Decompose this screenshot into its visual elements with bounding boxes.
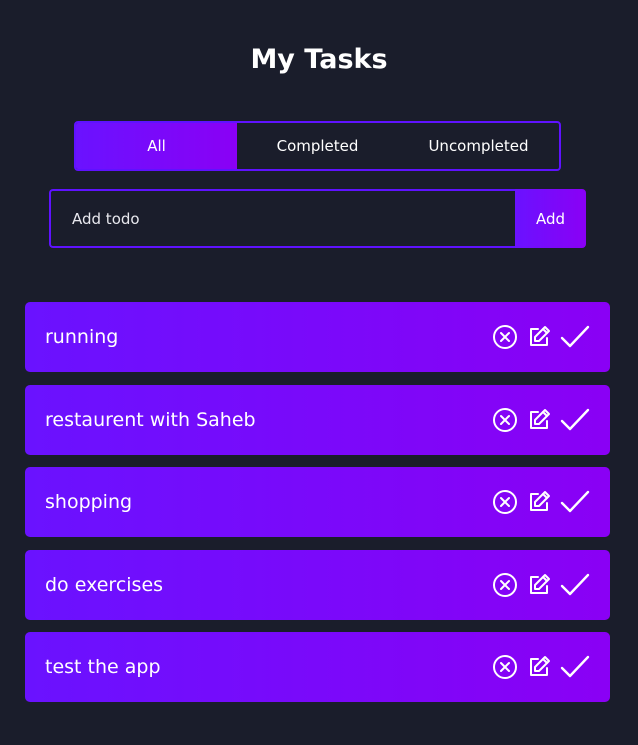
add-button[interactable]: Add	[515, 189, 586, 248]
checkmark-icon[interactable]	[560, 324, 590, 350]
edit-icon[interactable]	[526, 489, 552, 515]
close-circle-icon[interactable]	[492, 489, 518, 515]
add-todo-input[interactable]	[49, 189, 515, 248]
todo-item: do exercises	[25, 549, 610, 620]
todo-actions	[492, 324, 590, 350]
todo-item: test the app	[25, 632, 610, 702]
close-circle-icon[interactable]	[492, 572, 518, 598]
todo-text: running	[45, 326, 119, 348]
edit-icon[interactable]	[526, 407, 552, 433]
tab-uncompleted[interactable]: Uncompleted	[398, 123, 559, 169]
checkmark-icon[interactable]	[560, 654, 590, 680]
checkmark-icon[interactable]	[560, 489, 590, 515]
page-title: My Tasks	[250, 44, 388, 75]
todo-actions	[492, 489, 590, 515]
tab-completed[interactable]: Completed	[237, 123, 398, 169]
add-todo-form: Add	[49, 189, 586, 248]
todo-text: test the app	[45, 656, 161, 678]
todo-text: restaurent with Saheb	[45, 408, 256, 431]
todo-item: running	[25, 302, 610, 372]
edit-icon[interactable]	[526, 324, 552, 350]
todo-actions	[492, 572, 590, 598]
todo-list: running restaurent with Saheb shopping d…	[25, 302, 610, 715]
checkmark-icon[interactable]	[560, 407, 590, 433]
close-circle-icon[interactable]	[492, 407, 518, 433]
todo-text: do exercises	[45, 573, 164, 596]
todo-text: shopping	[45, 491, 133, 513]
todo-actions	[492, 654, 590, 680]
close-circle-icon[interactable]	[492, 654, 518, 680]
edit-icon[interactable]	[526, 654, 552, 680]
filter-tabs: All Completed Uncompleted	[74, 121, 561, 171]
todo-item: shopping	[25, 467, 610, 537]
todo-actions	[492, 407, 590, 433]
edit-icon[interactable]	[526, 572, 552, 598]
tab-all[interactable]: All	[76, 123, 237, 169]
todo-item: restaurent with Saheb	[25, 384, 610, 455]
close-circle-icon[interactable]	[492, 324, 518, 350]
checkmark-icon[interactable]	[560, 572, 590, 598]
